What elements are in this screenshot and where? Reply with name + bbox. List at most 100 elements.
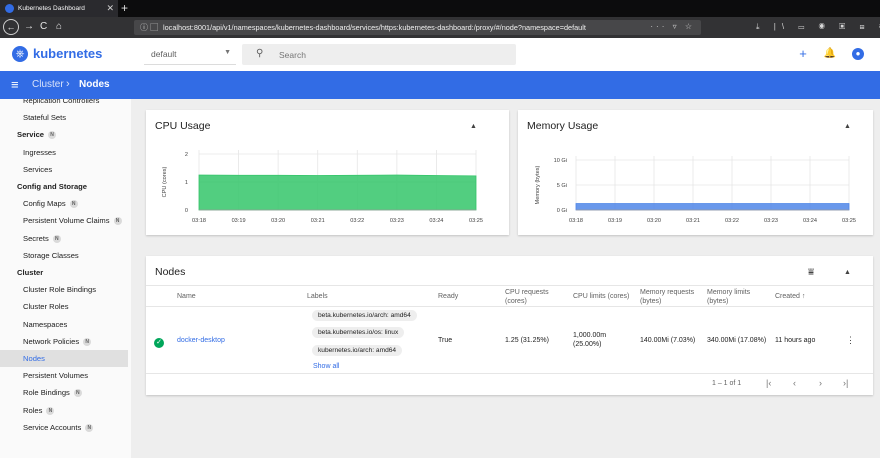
collapse-icon[interactable]: ▲ bbox=[844, 269, 851, 276]
new-tab-button[interactable]: + bbox=[121, 0, 128, 17]
browser-tab[interactable]: Kubernetes Dashboard ✕ bbox=[0, 0, 118, 17]
create-resource-button[interactable]: + bbox=[795, 46, 811, 62]
page-toolbar: ≡ Cluster › Nodes bbox=[0, 71, 880, 99]
x-tick-label: 03:21 bbox=[686, 218, 700, 224]
sidebar-item-label: Storage Classes bbox=[23, 250, 79, 260]
column-header-memory-requests[interactable]: Memory requests (bytes) bbox=[640, 288, 704, 306]
sidebar-item-persistent-volume-claims[interactable]: Persistent Volume Claims N bbox=[0, 212, 128, 229]
x-tick-label: 03:20 bbox=[271, 218, 285, 224]
sidebar-item-network-policies[interactable]: Network Policies N bbox=[0, 333, 128, 350]
sidebar-item-services[interactable]: Services bbox=[0, 161, 128, 178]
sidebar-item-stateful-sets[interactable]: Stateful Sets bbox=[0, 109, 128, 126]
search-input[interactable] bbox=[279, 47, 499, 62]
tab-close-icon[interactable]: ✕ bbox=[106, 2, 114, 14]
search-box[interactable]: ⚲ bbox=[242, 44, 516, 65]
browser-tab-bar: Kubernetes Dashboard ✕ + bbox=[0, 0, 880, 17]
sidebar-item-roles[interactable]: Roles N bbox=[0, 402, 128, 419]
reload-button[interactable]: C bbox=[40, 20, 47, 34]
sidebar-item-cluster-role-bindings[interactable]: Cluster Role Bindings bbox=[0, 281, 128, 298]
column-header-labels: Labels bbox=[307, 293, 328, 300]
site-info-icon[interactable]: ⓘ ▢ bbox=[140, 22, 158, 33]
y-tick-label: 0 bbox=[185, 208, 188, 214]
column-header-name[interactable]: Name bbox=[177, 292, 196, 301]
brand-name[interactable]: kubernetes bbox=[33, 46, 102, 62]
sidebar-item-label: Services bbox=[23, 164, 53, 174]
sidebar-item-label: Persistent Volumes bbox=[23, 371, 88, 381]
sidebar-item-label: Service bbox=[17, 130, 45, 140]
y-tick-label: 2 bbox=[185, 152, 188, 158]
first-page-button[interactable]: |‹ bbox=[766, 377, 771, 389]
column-header-cpu-limits[interactable]: CPU limits (cores) bbox=[573, 292, 629, 301]
row-divider bbox=[146, 306, 873, 307]
last-page-button[interactable]: ›| bbox=[843, 377, 848, 389]
x-tick-label: 03:25 bbox=[469, 218, 483, 224]
column-header-ready[interactable]: Ready bbox=[438, 292, 458, 301]
node-name-link[interactable]: docker-desktop bbox=[177, 336, 225, 345]
sidebar-item-persistent-volumes[interactable]: Persistent Volumes bbox=[0, 367, 128, 384]
y-tick-label: 0 Gi bbox=[557, 208, 567, 214]
browser-nav-bar: ← → C ⌂ ⓘ ▢ localhost:8001/api/v1/namesp… bbox=[0, 17, 880, 38]
home-button[interactable]: ⌂ bbox=[56, 20, 62, 34]
cpu-limits-value: 1,000.00m bbox=[573, 332, 607, 339]
kubernetes-logo-icon[interactable]: ⎈ bbox=[12, 46, 28, 62]
sidebar-item-service-accounts[interactable]: Service Accounts N bbox=[0, 419, 128, 436]
label-chip: beta.kubernetes.io/os: linux bbox=[312, 327, 405, 338]
kubernetes-favicon-icon bbox=[5, 4, 14, 13]
sidebar-item-replication-controllers[interactable]: Replication Controllers bbox=[0, 99, 128, 109]
sidebar-item-label: Network Policies bbox=[23, 336, 80, 346]
browser-toolbar-icons[interactable]: ⤓ |\ ▭ ◉ ▣ ⊞ ≡ bbox=[756, 20, 880, 34]
next-page-button[interactable]: › bbox=[819, 377, 822, 389]
tab-title: Kubernetes Dashboard bbox=[18, 5, 85, 12]
account-icon[interactable]: ● bbox=[852, 48, 864, 60]
sidebar-item-nodes[interactable]: Nodes bbox=[0, 350, 128, 367]
sidebar-section-service: Service N bbox=[0, 126, 128, 143]
nodes-card: Nodes ⩸ ▲ Name Labels Ready CPU requests… bbox=[146, 256, 873, 395]
sidebar-item-label: Cluster Role Bindings bbox=[23, 285, 97, 295]
hamburger-menu-icon[interactable]: ≡ bbox=[11, 77, 19, 93]
previous-page-button[interactable]: ‹ bbox=[793, 377, 796, 389]
sidebar-item-label: Persistent Volume Claims bbox=[23, 216, 110, 226]
namespace-value: default bbox=[151, 49, 177, 59]
memory-usage-card: Memory Usage ▲ 03:18 03:19 03:20 03:21 03:22… bbox=[518, 110, 873, 235]
namespace-select[interactable]: default ▼ bbox=[144, 44, 236, 65]
namespaced-badge: N bbox=[83, 337, 92, 346]
sidebar-item-cluster-roles[interactable]: Cluster Roles bbox=[0, 298, 128, 315]
y-tick-label: 10 Gi bbox=[554, 158, 567, 164]
sidebar-item-storage-classes[interactable]: Storage Classes bbox=[0, 247, 128, 264]
back-button[interactable]: ← bbox=[3, 19, 19, 35]
sidebar-item-config-maps[interactable]: Config Maps N bbox=[0, 195, 128, 212]
url-bar[interactable]: ⓘ ▢ localhost:8001/api/v1/namespaces/kub… bbox=[134, 20, 701, 35]
filter-icon[interactable]: ⩸ bbox=[808, 267, 814, 278]
memory-requests-value: 140.00Mi (7.03%) bbox=[640, 337, 696, 344]
column-header-memory-limits[interactable]: Memory limits (bytes) bbox=[707, 288, 767, 306]
label-chip: beta.kubernetes.io/arch: amd64 bbox=[312, 310, 417, 321]
memory-limits-value: 340.00Mi (17.08%) bbox=[707, 337, 767, 344]
url-actions-icon[interactable]: ··· ▿ ☆ bbox=[650, 21, 695, 33]
sidebar-item-label: Config Maps bbox=[23, 199, 66, 209]
x-tick-label: 03:22 bbox=[725, 218, 739, 224]
forward-button[interactable]: → bbox=[24, 20, 34, 34]
dropdown-caret-icon: ▼ bbox=[224, 49, 231, 56]
sidebar-item-label: Replication Controllers bbox=[23, 99, 100, 105]
y-tick-label: 5 Gi bbox=[557, 183, 567, 189]
sidebar-item-namespaces[interactable]: Namespaces bbox=[0, 316, 128, 333]
sidebar-item-role-bindings[interactable]: Role Bindings N bbox=[0, 384, 128, 401]
column-header-cpu-requests[interactable]: CPU requests (cores) bbox=[505, 288, 567, 306]
x-tick-label: 03:25 bbox=[842, 218, 856, 224]
notifications-bell-icon[interactable]: 🔔 bbox=[822, 46, 838, 62]
x-tick-label: 03:18 bbox=[192, 218, 206, 224]
cpu-limits-percent: (25.00%) bbox=[573, 341, 602, 348]
memory-usage-chart: 03:18 03:19 03:20 03:21 03:22 03:23 03:24 03:25… bbox=[535, 156, 856, 224]
namespaced-badge: N bbox=[48, 131, 57, 140]
row-actions-kebab-icon[interactable]: ⋮ bbox=[846, 335, 855, 345]
sidebar-item-label: Ingresses bbox=[23, 147, 56, 157]
breadcrumb-cluster[interactable]: Cluster bbox=[32, 79, 64, 90]
sidebar-item-label: Cluster bbox=[17, 268, 44, 277]
column-header-created[interactable]: Created ↑ bbox=[775, 292, 805, 301]
url-text[interactable]: localhost:8001/api/v1/namespaces/kuberne… bbox=[163, 22, 586, 33]
show-all-labels-link[interactable]: Show all bbox=[313, 362, 339, 371]
sidebar: Replication Controllers Stateful Sets Serv… bbox=[0, 99, 131, 458]
sidebar-item-ingresses[interactable]: Ingresses bbox=[0, 144, 128, 161]
sidebar-item-label: Cluster Roles bbox=[23, 302, 69, 312]
sidebar-item-secrets[interactable]: Secrets N bbox=[0, 230, 128, 247]
